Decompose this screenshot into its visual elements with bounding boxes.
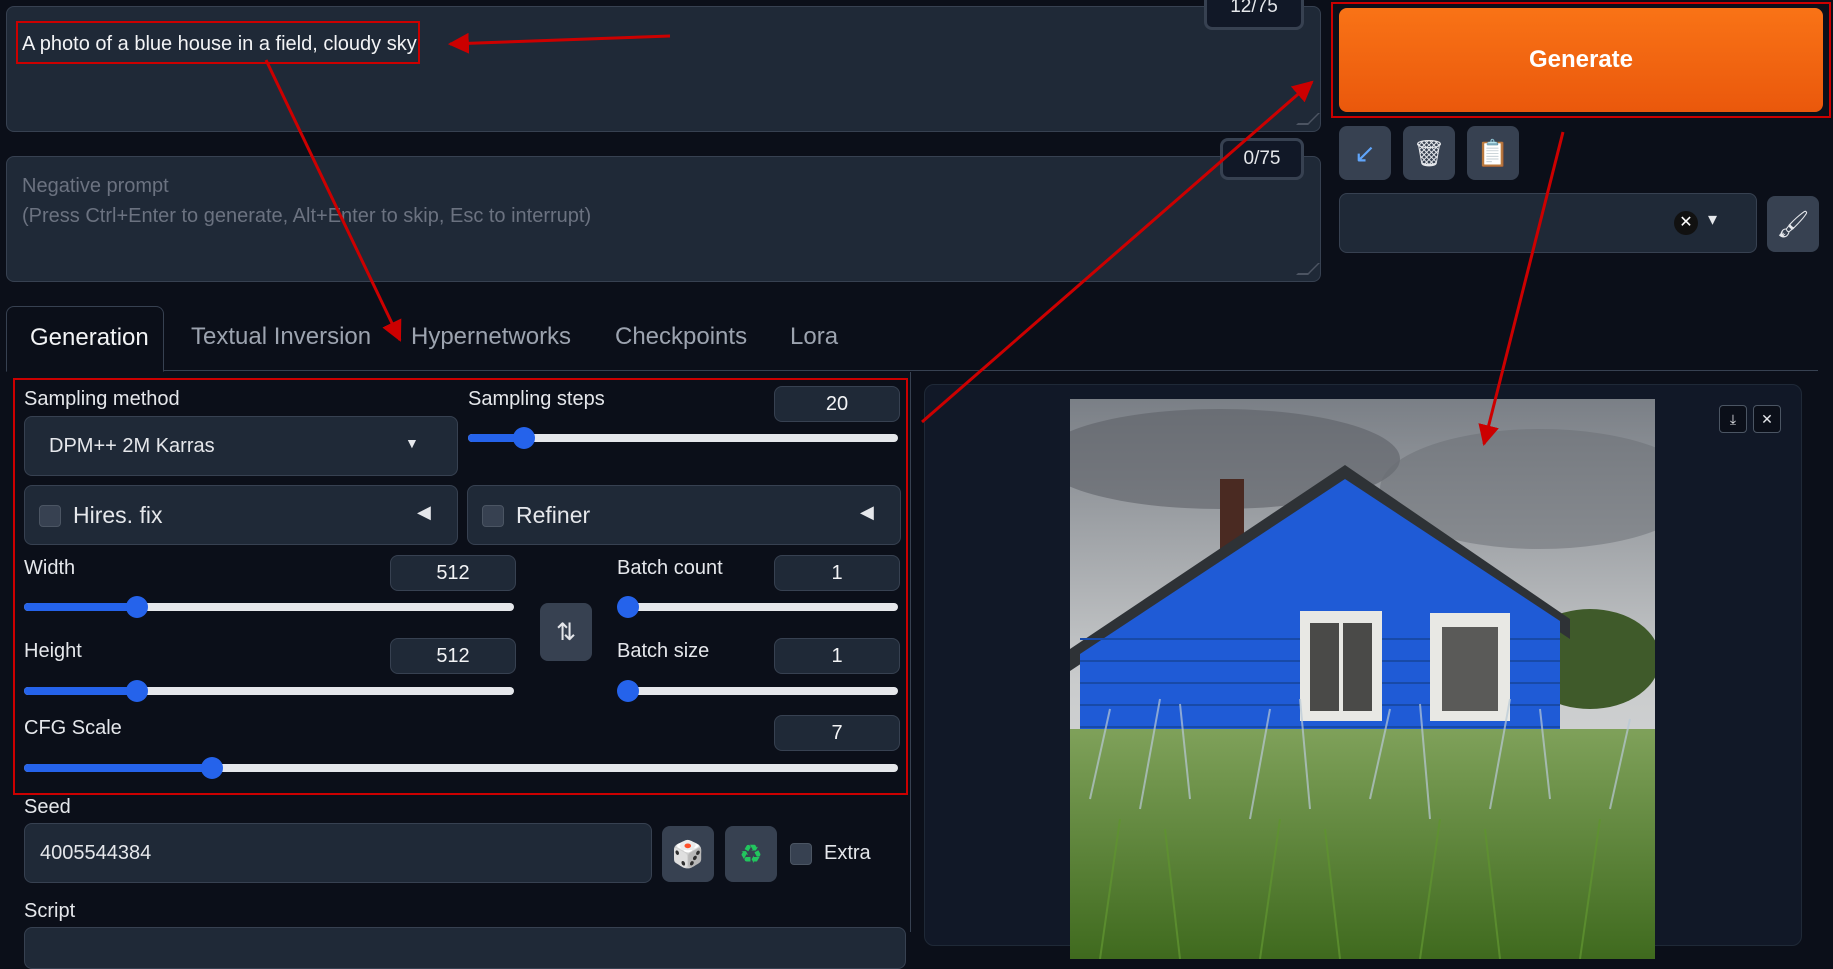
sampling-steps-input[interactable]: 20 [774,386,900,422]
close-icon[interactable]: ✕ [1753,405,1781,433]
slider-fill [24,603,137,611]
sampling-method-select[interactable]: DPM++ 2M Karras ▼ [24,416,458,476]
trash-icon: 🗑 [1412,137,1446,168]
batch-size-input[interactable]: 1 [774,638,900,674]
tab-label: Generation [30,324,149,351]
batch-count-label: Batch count [617,557,723,579]
width-input[interactable]: 512 [390,555,516,591]
script-select[interactable] [24,927,906,969]
slider-knob[interactable] [617,680,639,702]
prompt-textarea[interactable]: A photo of a blue house in a field, clou… [6,6,1321,132]
edit-styles-button[interactable]: 🖌 [1767,196,1819,252]
extra-seed-checkbox[interactable] [790,843,812,865]
column-divider [910,372,911,932]
width-slider[interactable] [24,596,514,618]
generated-image[interactable] [1070,399,1655,959]
download-icon[interactable]: ⤓ [1719,405,1747,433]
negative-prompt-placeholder-2: (Press Ctrl+Enter to generate, Alt+Enter… [22,205,592,227]
cfg-scale-slider[interactable] [24,757,898,779]
refiner-label: Refiner [516,502,591,528]
swap-dimensions-button[interactable]: ⇅ [540,603,592,661]
sampling-method-value: DPM++ 2M Karras [49,435,215,457]
sampling-method-label: Sampling method [24,388,180,410]
negative-prompt-textarea[interactable]: Negative prompt (Press Ctrl+Enter to gen… [6,156,1321,282]
negative-prompt-placeholder-1: Negative prompt [22,175,169,197]
tab-bar-line [6,370,1818,371]
slider-knob[interactable] [617,596,639,618]
batch-count-slider[interactable] [617,596,898,618]
sampling-steps-slider[interactable] [468,427,898,449]
prompt-token-count: 12/75 [1204,0,1304,30]
batch-size-slider[interactable] [617,680,898,702]
tab-generation[interactable]: Generation [6,306,164,372]
extra-label: Extra [824,842,871,864]
clipboard-icon: 📋 [1476,137,1510,168]
prompt-text: A photo of a blue house in a field, clou… [22,33,417,55]
cfg-scale-label: CFG Scale [24,717,122,739]
slider-knob[interactable] [200,757,223,779]
chevron-down-icon: ▼ [405,435,419,451]
generate-button[interactable]: Generate [1339,8,1823,112]
recycle-icon: ♻ [739,838,763,869]
slider-fill [24,764,212,772]
random-seed-button[interactable]: 🎲 [662,826,714,882]
chevron-down-icon[interactable]: ▾ [1708,209,1717,230]
apply-styles-button[interactable]: 📋 [1467,126,1519,180]
slider-knob[interactable] [125,596,148,618]
slider-fill [24,687,137,695]
height-input[interactable]: 512 [390,638,516,674]
tab-textual-inversion[interactable]: Textual Inversion [191,323,371,351]
resize-grip[interactable] [1296,113,1320,125]
hires-fix-checkbox[interactable] [39,505,61,527]
sampling-steps-label: Sampling steps [468,388,605,410]
blue-house-image [1070,399,1655,959]
reuse-seed-button[interactable]: ♻ [725,826,777,882]
tab-lora[interactable]: Lora [790,323,838,351]
height-slider[interactable] [24,680,514,702]
arrow-down-left-icon: ↙ [1354,137,1376,168]
hires-fix-label: Hires. fix [73,502,163,528]
negative-prompt-token-count: 0/75 [1220,138,1304,180]
paintbrush-icon: 🖌 [1776,208,1810,239]
clear-prompt-button[interactable]: 🗑 [1403,126,1455,180]
cfg-scale-input[interactable]: 7 [774,715,900,751]
dice-icon: 🎲 [671,838,705,869]
hires-fix-accordion[interactable]: Hires. fix ◀ [24,485,458,545]
seed-input[interactable]: 4005544384 [24,823,652,883]
refiner-checkbox[interactable] [482,505,504,527]
slider-knob[interactable] [125,680,148,702]
batch-count-input[interactable]: 1 [774,555,900,591]
height-label: Height [24,640,82,662]
paste-params-button[interactable]: ↙ [1339,126,1391,180]
tab-hypernetworks[interactable]: Hypernetworks [411,323,571,351]
collapse-left-icon[interactable]: ◀ [417,502,431,523]
refiner-accordion[interactable]: Refiner ◀ [467,485,901,545]
resize-grip[interactable] [1296,263,1320,275]
clear-icon[interactable]: ✕ [1674,211,1698,235]
seed-label: Seed [24,796,71,818]
slider-knob[interactable] [512,427,535,449]
seed-value: 4005544384 [40,842,152,864]
styles-dropdown[interactable]: ✕ ▾ [1339,193,1757,253]
batch-size-label: Batch size [617,640,710,662]
tab-checkpoints[interactable]: Checkpoints [615,323,747,351]
collapse-left-icon[interactable]: ◀ [860,502,874,523]
script-label: Script [24,900,76,922]
output-gallery: ⤓ ✕ [924,384,1802,959]
swap-icon: ⇅ [555,618,577,646]
width-label: Width [24,557,76,579]
